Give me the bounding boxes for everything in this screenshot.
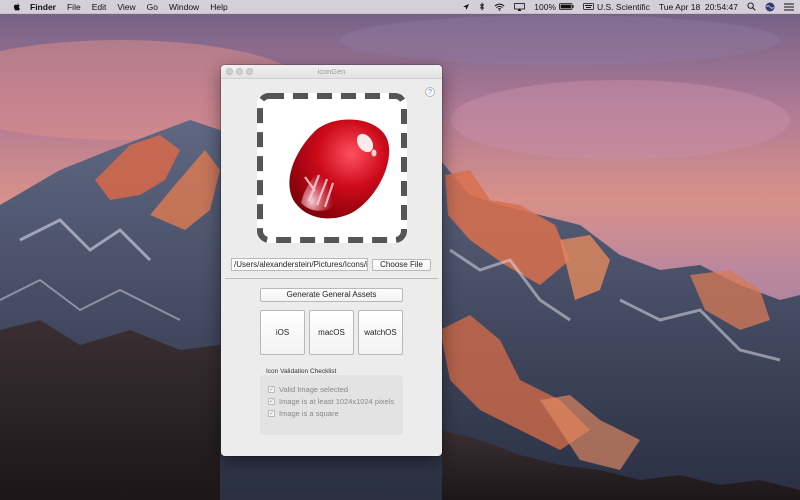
bluetooth-icon[interactable] (479, 2, 485, 11)
menu-go[interactable]: Go (147, 2, 158, 12)
checklist-item-valid-image: ✓ Valid Image selected (268, 385, 348, 394)
menu-file[interactable]: File (67, 2, 81, 12)
file-path-field[interactable]: /Users/alexanderstein/Pictures/Icons/ic (231, 258, 368, 271)
menu-view[interactable]: View (117, 2, 135, 12)
checkmark-icon: ✓ (268, 410, 275, 417)
clock[interactable]: Tue Apr 18 20:54:47 (659, 2, 738, 12)
checklist-item-label: Image is a square (279, 409, 339, 418)
checklist-item-min-size: ✓ Image is at least 1024x1024 pixels (268, 397, 394, 406)
input-source-icon[interactable] (583, 3, 594, 10)
icongen-window: iconGen ? /Users/alexanderstein/Pictures… (221, 65, 442, 456)
title-bar[interactable]: iconGen (221, 65, 442, 79)
menu-help[interactable]: Help (210, 2, 227, 12)
checklist-item-label: Image is at least 1024x1024 pixels (279, 397, 395, 406)
ios-button[interactable]: iOS (260, 310, 305, 355)
input-source-label[interactable]: U.S. Scientific (597, 2, 650, 12)
apple-menu-icon[interactable] (12, 2, 22, 12)
help-button[interactable]: ? (425, 87, 435, 97)
checkmark-icon: ✓ (268, 398, 275, 405)
notification-center-icon[interactable] (784, 3, 794, 11)
choose-file-button[interactable]: Choose File (372, 259, 431, 271)
menu-window[interactable]: Window (169, 2, 199, 12)
wifi-icon[interactable] (494, 3, 505, 11)
window-title: iconGen (317, 67, 346, 76)
image-drop-well[interactable] (257, 93, 407, 243)
separator-line (225, 278, 438, 279)
airplay-icon[interactable] (514, 2, 526, 11)
battery-icon[interactable] (559, 3, 574, 10)
menu-app-finder[interactable]: Finder (30, 2, 56, 12)
spotlight-search-icon[interactable] (747, 2, 756, 11)
watchos-button[interactable]: watchOS (358, 310, 403, 355)
checklist-title: Icon Validation Checklist (266, 368, 337, 375)
strawberry-image (289, 119, 390, 219)
menu-edit[interactable]: Edit (92, 2, 107, 12)
siri-icon[interactable] (765, 2, 775, 12)
menu-bar: Finder File Edit View Go Window Help 100… (0, 0, 800, 14)
validation-checklist: ✓ Valid Image selected ✓ Image is at lea… (260, 375, 403, 435)
checklist-item-label: Valid Image selected (279, 385, 349, 394)
location-icon[interactable] (462, 3, 470, 11)
macos-button[interactable]: macOS (309, 310, 354, 355)
battery-percentage: 100% (534, 1, 557, 12)
checklist-item-square: ✓ Image is a square (268, 409, 339, 418)
generate-general-assets-button[interactable]: Generate General Assets (260, 288, 403, 302)
checkmark-icon: ✓ (268, 386, 275, 393)
